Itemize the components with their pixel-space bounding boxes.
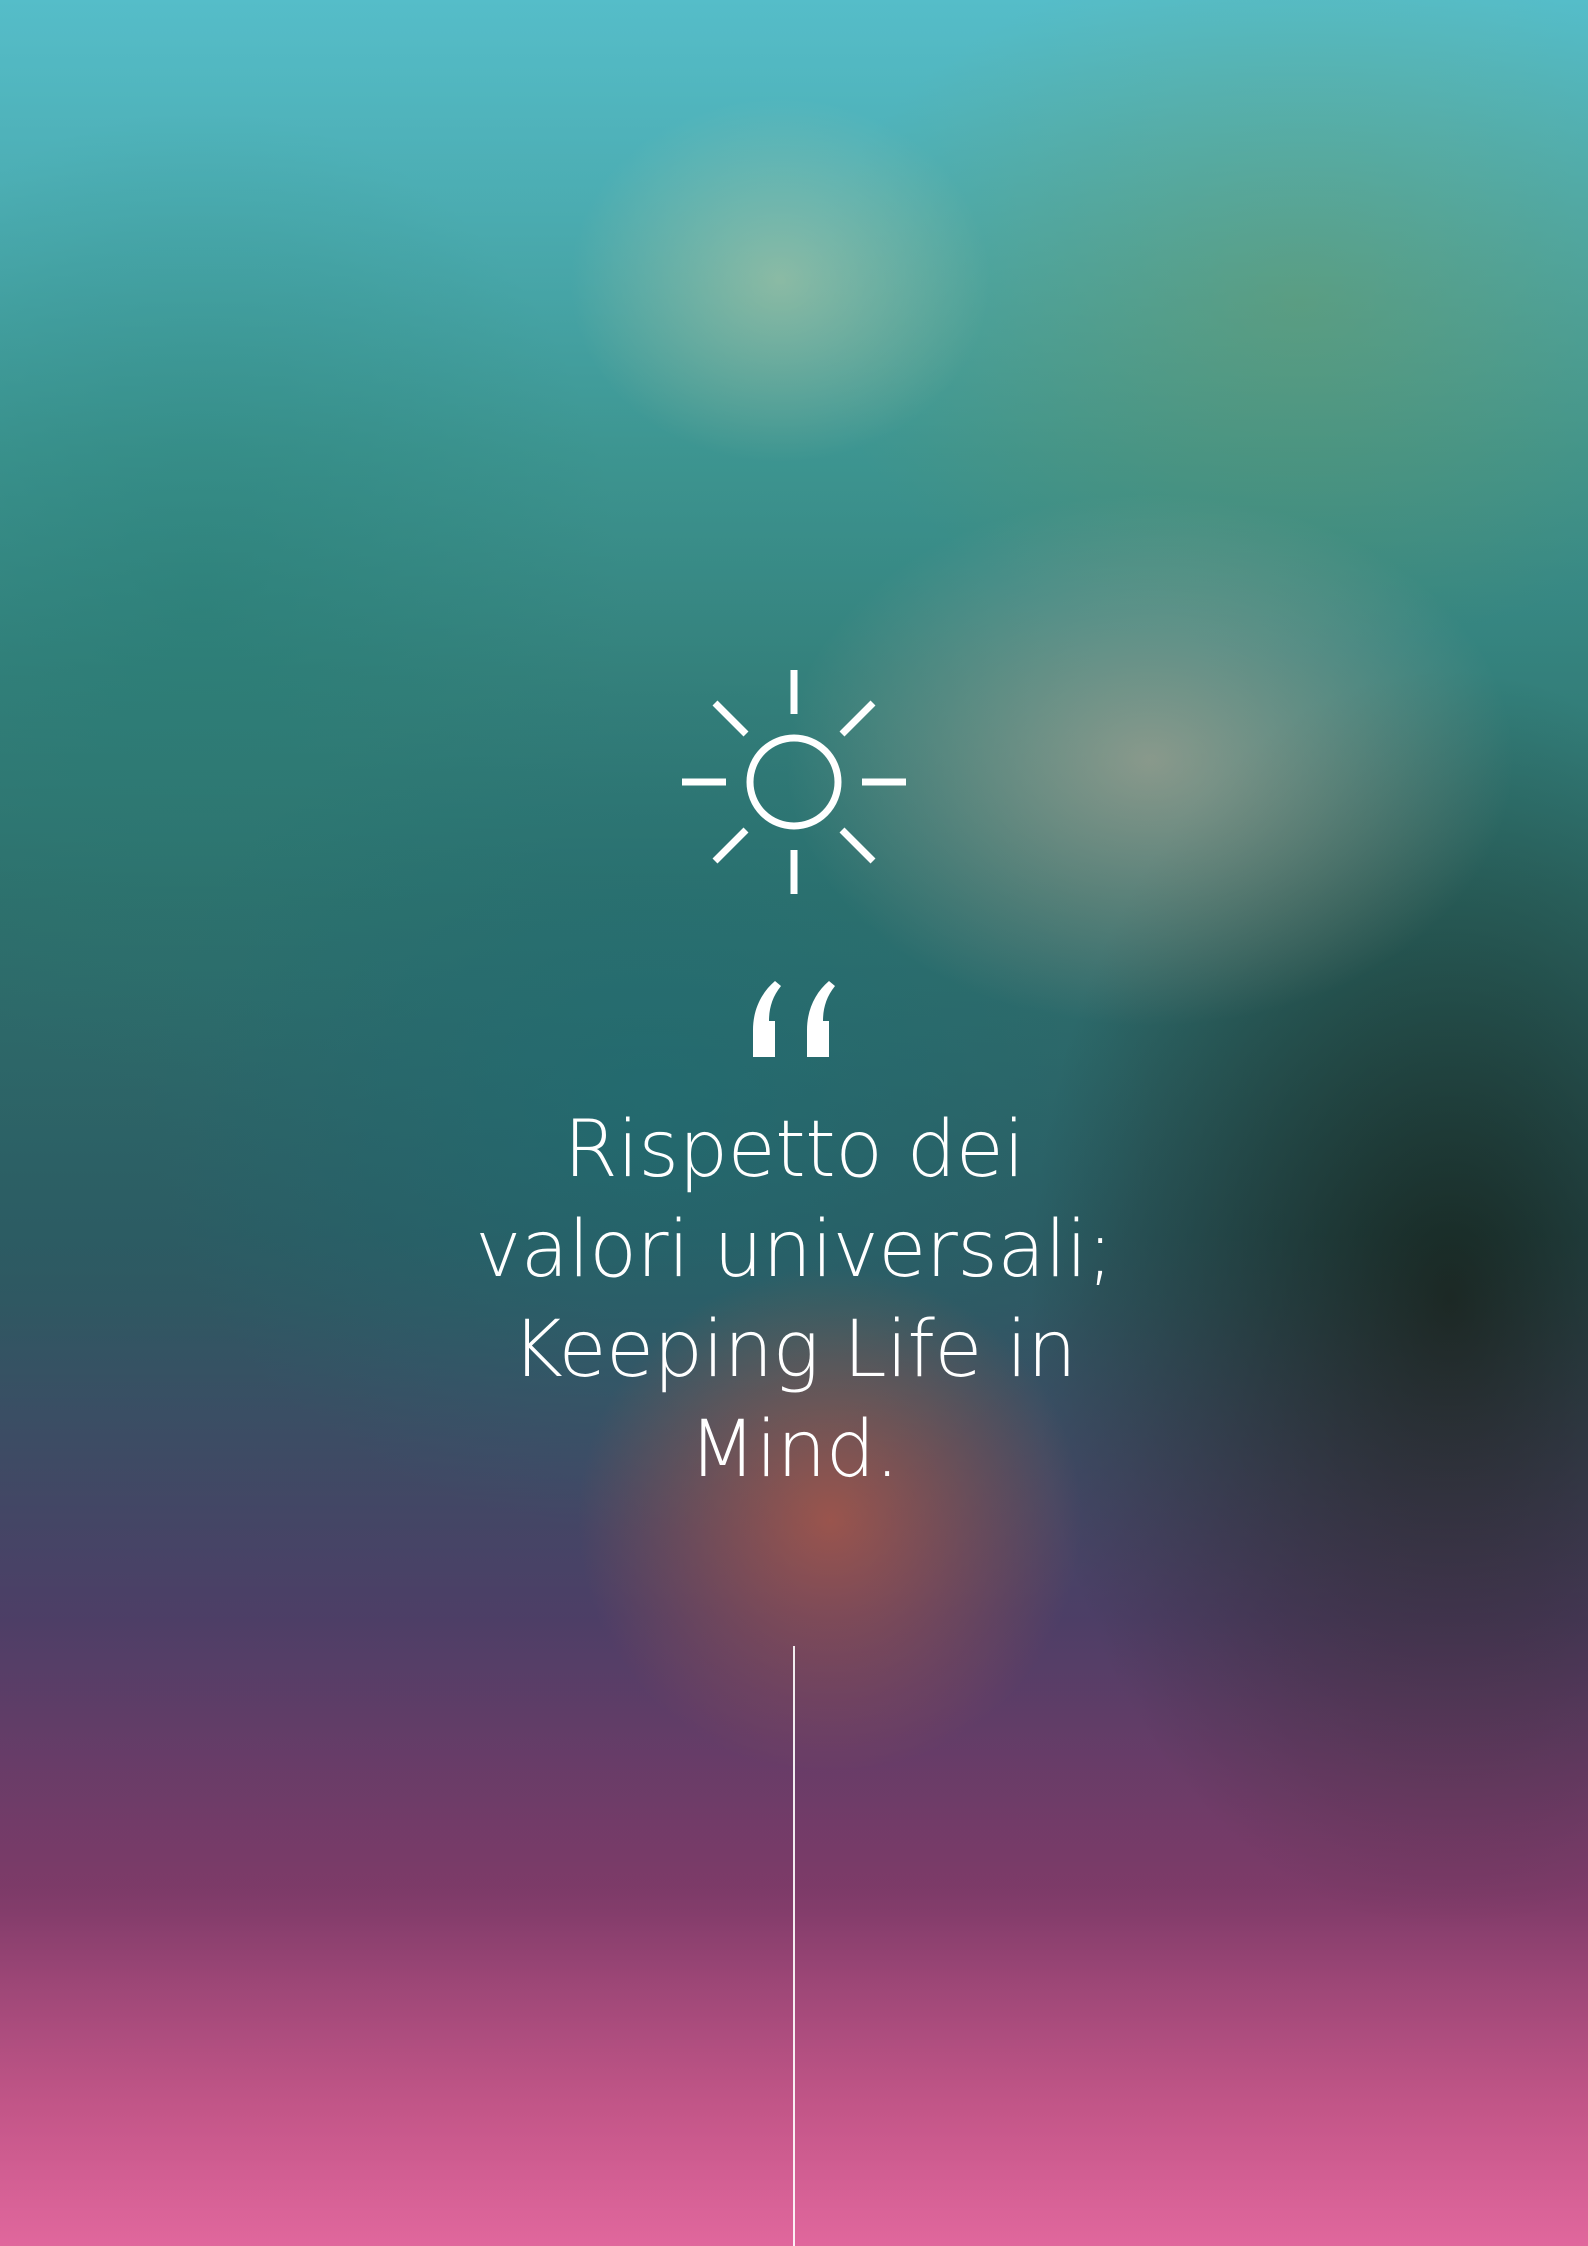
quote-line: valori universali; xyxy=(475,1205,1113,1295)
quote-line: Keeping Life in xyxy=(511,1305,1077,1395)
quote-text: Rispetto dei valori universali; Keeping … xyxy=(394,1100,1194,1500)
quote-line: Mind. xyxy=(688,1405,900,1495)
quote-page: Rispetto dei valori universali; Keeping … xyxy=(0,0,1588,2246)
quote-line: Rispetto dei xyxy=(563,1105,1025,1195)
sun-icon xyxy=(682,670,906,894)
vertical-divider xyxy=(793,1646,795,2246)
quotation-mark-icon xyxy=(753,981,835,1057)
